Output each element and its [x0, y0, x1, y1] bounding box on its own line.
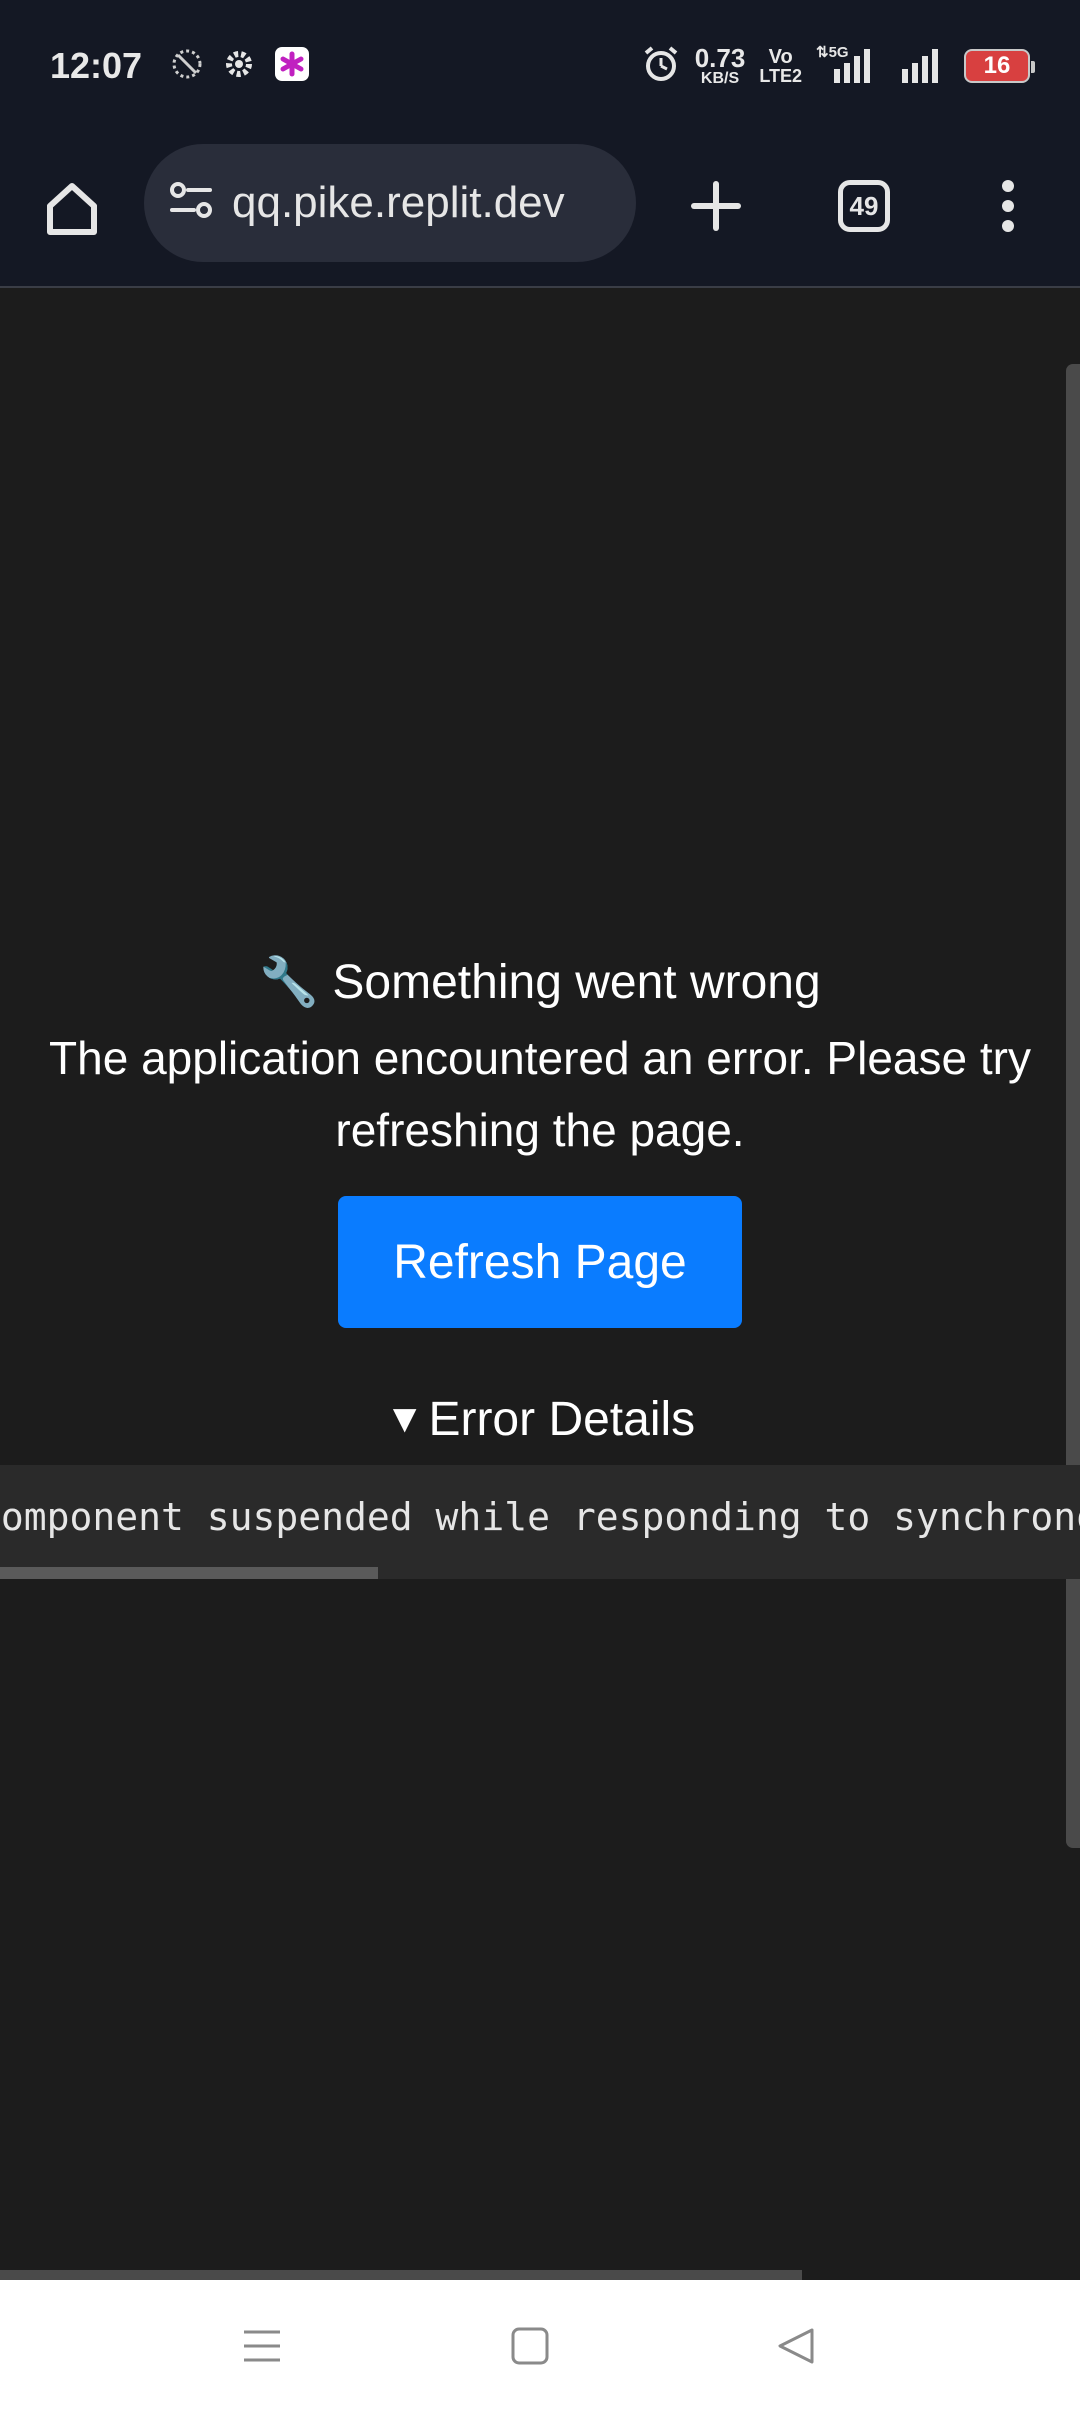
- recent-apps-button[interactable]: [232, 2316, 292, 2376]
- error-details-label: Error Details: [428, 1393, 696, 1446]
- no-disturb-icon: [170, 47, 204, 86]
- home-icon: [47, 183, 97, 235]
- url-bar[interactable]: qq.pike.replit.dev: [144, 144, 636, 262]
- horizontal-scrollbar[interactable]: [0, 2270, 802, 2280]
- more-vert-icon: [1002, 180, 1014, 232]
- network-speed: 0.73 KB/S: [695, 45, 746, 87]
- status-left-icons: [170, 46, 310, 87]
- error-detail-block[interactable]: component suspended while responding to …: [0, 1465, 1080, 1579]
- settings-gear-icon: [222, 47, 256, 86]
- recent-apps-icon: [244, 2330, 280, 2362]
- error-message: The application encountered an error. Pl…: [49, 1032, 1031, 1156]
- signal-icon-2: [900, 43, 950, 90]
- error-title: 🔧 Something went wrong: [0, 950, 1080, 1016]
- error-detail-scrollbar[interactable]: [0, 1567, 378, 1579]
- new-tab-plus-icon: [691, 181, 741, 231]
- app-notification-icon: [274, 46, 310, 87]
- back-nav-button[interactable]: [766, 2316, 826, 2376]
- url-text[interactable]: qq.pike.replit.dev: [232, 178, 565, 228]
- alarm-icon: [641, 44, 681, 89]
- refresh-page-button[interactable]: Refresh Page: [338, 1196, 742, 1328]
- svg-text:⇅5G: ⇅5G: [816, 44, 849, 61]
- more-menu-button[interactable]: [968, 164, 1048, 248]
- volte-indicator: Vo LTE2: [759, 47, 802, 85]
- browser-toolbar: qq.pike.replit.dev 49: [0, 132, 1080, 288]
- net-speed-unit: KB/S: [700, 70, 740, 87]
- error-details-toggle[interactable]: ▼ Error Details: [0, 1392, 1080, 1447]
- system-nav-bar: [0, 2280, 1080, 2412]
- volte-bottom: LTE2: [759, 66, 802, 86]
- tab-switcher-button[interactable]: 49: [822, 164, 906, 248]
- status-bar: 12:07 0.73 KB/S Vo LTE2 ⇅5G 16: [0, 0, 1080, 132]
- error-detail-text: component suspended while responding to …: [0, 1495, 1080, 1539]
- signal-icon: ⇅5G: [816, 43, 886, 90]
- back-triangle-icon: [778, 2328, 814, 2364]
- wrench-icon: 🔧: [259, 956, 320, 1009]
- error-title-text: Something went wrong: [332, 956, 821, 1009]
- error-boundary: 🔧 Something went wrong The application e…: [0, 950, 1080, 1447]
- status-right: 0.73 KB/S Vo LTE2 ⇅5G 16: [641, 43, 1035, 90]
- volte-top: Vo: [768, 46, 793, 68]
- battery-icon: 16: [964, 49, 1035, 83]
- tab-switcher-icon: 49: [838, 180, 890, 232]
- status-time: 12:07: [50, 45, 143, 86]
- home-button[interactable]: [30, 166, 114, 250]
- home-square-icon: [511, 2327, 549, 2365]
- net-speed-value: 0.73: [694, 43, 746, 73]
- page-content[interactable]: 🔧 Something went wrong The application e…: [0, 290, 1080, 2280]
- site-settings-icon[interactable]: [166, 176, 216, 231]
- new-tab-button[interactable]: [674, 164, 758, 248]
- disclosure-triangle-icon: ▼: [384, 1397, 425, 1441]
- home-nav-button[interactable]: [500, 2316, 560, 2376]
